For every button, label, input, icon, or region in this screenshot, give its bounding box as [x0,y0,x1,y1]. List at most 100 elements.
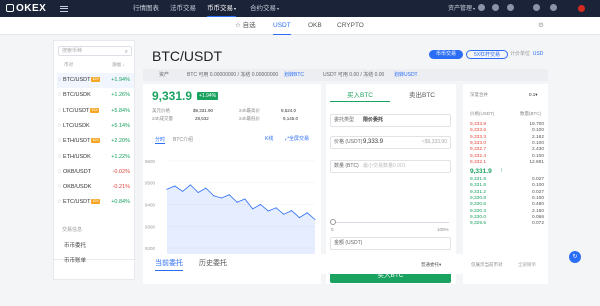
pair-change: +2.20% [111,138,130,145]
chat-icon[interactable] [550,0,557,17]
star-icon[interactable]: ☆ [57,123,62,129]
tab-sell[interactable]: 卖出BTC [392,91,452,101]
subnav-settings-icon[interactable]: ⚙ [538,17,544,35]
link-spot-bills[interactable]: 币币账单 [64,256,86,264]
tab-usdt[interactable]: USDT [273,17,291,35]
col-change-header[interactable]: 涨幅 ↓ [112,62,125,68]
order-filter-label: 普通委托 [421,262,439,267]
link-spot-orders[interactable]: 币币委托 [64,241,86,249]
star-icon[interactable]: ☆ [57,199,62,205]
y-tick-label: 9400 [145,203,156,208]
chat-support-button[interactable]: ↻ [569,251,581,263]
github-icon[interactable] [492,0,499,17]
kline-link[interactable]: K线 [265,135,273,142]
amount-input[interactable]: 金额 (USDT) [330,237,451,250]
chart-point [267,210,269,212]
pair-row[interactable]: ☆ETH/USDT 10X +2.20% [57,134,134,149]
spot-trade-button[interactable]: 币币交易 [429,50,463,59]
slider-min-label: 0 [331,227,334,232]
order-type-select[interactable]: 委托类型 限价委托 [330,114,451,127]
pair-row[interactable]: ☆ETH/USDK +1.22% [57,150,134,165]
nav-asset-management[interactable]: 资产管理▾ [448,0,475,17]
btc-balance: BTC 可用 0.00000000 / 冻结 0.00000000 [187,72,279,78]
star-icon[interactable]: ☆ [57,138,62,144]
pair-row[interactable]: ☆ETC/USDT 10X +0.84% [57,195,134,210]
tab-timeline[interactable]: 分时 [155,136,166,144]
star-icon[interactable]: ☆ [57,184,62,190]
tab-crypto[interactable]: CRYPTO [337,17,364,35]
depth-merge-select[interactable]: 0.1▾ [529,92,538,98]
star-icon: ☆ [235,22,241,29]
order-type-value: 限价委托 [363,117,384,123]
star-icon[interactable]: ☆ [57,77,62,83]
slider-handle[interactable] [330,219,336,225]
tab-okb[interactable]: OKB [308,17,322,35]
mail-icon[interactable] [507,0,514,17]
star-icon[interactable]: ☆ [57,92,62,98]
pair-row[interactable]: ☆BTC/USDK +1.26% [57,88,134,103]
y-tick-label: 9600 [145,159,156,164]
unit-select[interactable]: USD [531,50,545,59]
percent-slider-track[interactable] [332,222,449,223]
order-filter-select[interactable]: 普通委托▾ [421,262,441,268]
pair-row[interactable]: ☆OKB/USDK -0.21% [57,180,134,195]
price-hint: ≈$9,333.90 [422,139,447,145]
star-icon[interactable]: ☆ [57,154,62,160]
tab-btc-intro[interactable]: BTC介绍 [173,136,193,143]
ask-row[interactable]: 9,332.1 12.691 [470,160,544,166]
transfer-btc-link[interactable]: 划转BTC [284,69,304,81]
chart-point [298,217,300,219]
okex-logo[interactable]: OKEX [6,3,46,14]
pair-row[interactable]: ☆LTC/USDT 10X +5.84% [57,104,134,119]
pair-name: BTC/USDK [62,92,91,99]
pair-name: ETH/USDK [62,153,91,160]
pair-row[interactable]: ☆BTC/USDT 10X +1.94% [57,73,134,88]
chevron-down-icon: ▾ [535,92,538,97]
hamburger-icon[interactable] [60,4,68,12]
tab-buy[interactable]: 买入BTC [330,91,390,102]
transfer-usdt-link[interactable]: 划转USDT [394,69,418,81]
page-title: BTC/USDT [152,48,222,64]
pair-change: +5.14% [111,122,130,129]
pair-name: ETC/USDT [62,199,91,206]
nav-market-chart[interactable]: 行情图表 [133,0,159,17]
stat-usd-price-value: $9,331.90 [193,108,214,113]
show-current-pair-toggle[interactable]: 仅展示当前币对 [471,262,503,268]
ob-price: 9,332.1 [470,159,487,165]
quantity-input[interactable]: 数量 (BTC) 最小交易数量0.001 [330,160,451,173]
stat-24h-low-label: 24h最低价 [239,116,261,121]
nav-futures-trade[interactable]: 合约交易▾ [250,0,279,17]
cancel-all-button[interactable]: 全部撤单 [518,262,536,268]
flag-cn-icon[interactable] [578,5,585,12]
tab-favorites[interactable]: ☆ 自选 [235,17,256,35]
pair-row[interactable]: ☆OKB/USDT -0.02% [57,165,134,180]
chart-area [167,184,315,259]
top-navbar: OKEX 行情图表 法币交易 币币交易▾ 合约交易▾ 资产管理▾ [0,0,600,17]
nav-fiat-trade[interactable]: 法币交易 [170,0,196,17]
ob-price-header: 价格(USDT) [470,111,495,116]
user-icon[interactable] [478,0,485,17]
chart-point [197,192,199,194]
y-tick-label: 9200 [145,246,156,251]
star-icon[interactable]: ☆ [57,108,62,114]
assets-label: 资产 [159,72,170,78]
tab-open-orders[interactable]: 当前委托 [155,258,183,271]
ob-qty: 0.072 [531,221,544,227]
search-input[interactable]: 搜索币种 ⌕ [58,46,132,56]
globe-icon[interactable] [533,0,540,17]
pair-row[interactable]: ☆LTC/USDK +5.14% [57,119,134,134]
main-panel: BTC/USDT 币币交易 5X杠杆交易 计价单位 USD 资产 BTC 可用 … [143,40,548,306]
fullscreen-link[interactable]: ⤢全屏交易 [285,135,309,142]
pair-name: OKB/USDT [62,168,92,175]
chart-point [259,204,261,205]
tab-order-history[interactable]: 历史委托 [199,258,227,270]
ob-qty-header: 数量(BTC) [520,111,541,116]
bid-row[interactable]: 9,329.5 0.072 [470,221,544,227]
star-icon[interactable]: ☆ [57,169,62,175]
price-input[interactable]: 价格 (USDT) 9,333.9 ≈$9,333.90 [330,136,451,149]
leverage-tag: 10X [91,77,100,82]
margin-trade-button[interactable]: 5X杠杆交易 [466,50,508,59]
slider-max-label: 100% [437,227,449,232]
stat-24h-volume-value: 28,532 [195,116,209,121]
nav-spot-trade[interactable]: 币币交易▾ [207,0,237,17]
